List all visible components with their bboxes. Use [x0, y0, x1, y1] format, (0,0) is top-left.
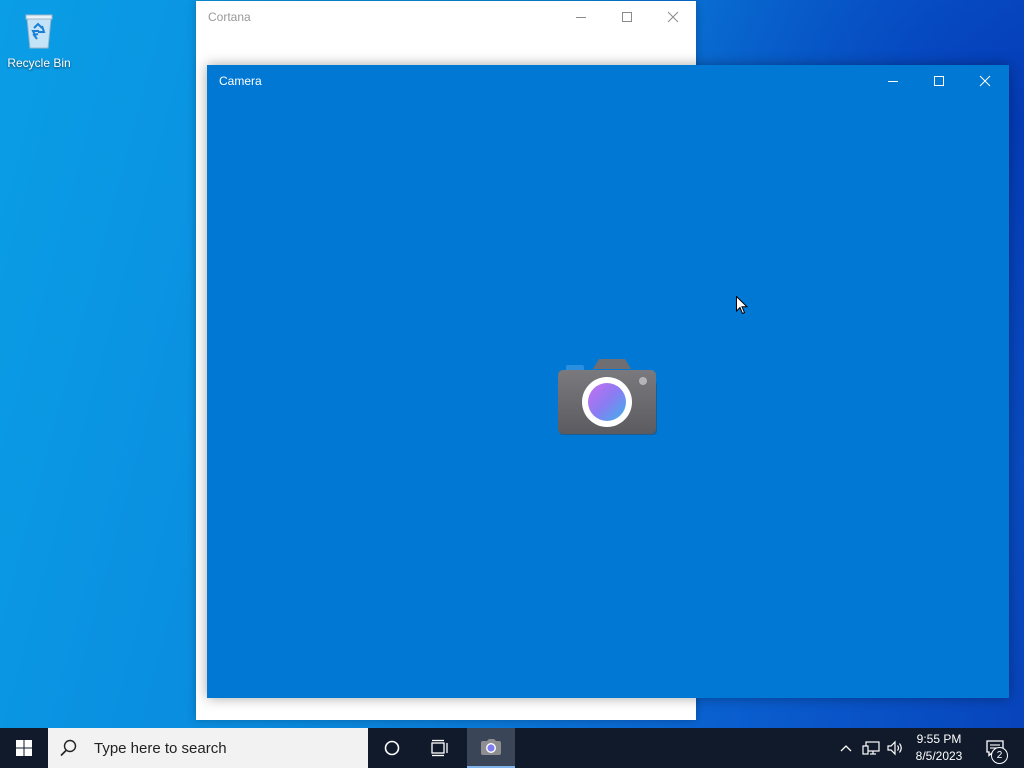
camera-window-title: Camera — [219, 74, 262, 88]
cortana-window-title: Cortana — [208, 10, 251, 24]
camera-titlebar[interactable]: Camera — [207, 65, 1009, 97]
maximize-icon — [934, 76, 944, 86]
cortana-maximize-button[interactable] — [604, 1, 650, 33]
maximize-icon — [622, 12, 632, 22]
cortana-minimize-button[interactable] — [558, 1, 604, 33]
chevron-up-icon — [840, 745, 852, 752]
cortana-titlebar[interactable]: Cortana — [196, 1, 696, 33]
mouse-pointer-icon — [736, 295, 749, 316]
show-hidden-icons-button[interactable] — [836, 728, 856, 768]
volume-button[interactable] — [884, 728, 906, 768]
start-button[interactable] — [0, 728, 48, 768]
notification-count-badge: 2 — [991, 747, 1008, 764]
camera-icon — [557, 357, 659, 439]
close-icon — [979, 75, 991, 87]
taskbar: Type here to search 9:55 PM 8/5/2023 2 — [0, 728, 1024, 768]
camera-minimize-button[interactable] — [870, 65, 916, 97]
network-button[interactable] — [860, 728, 882, 768]
clock-date: 8/5/2023 — [915, 749, 963, 763]
camera-window[interactable]: Camera — [207, 65, 1009, 698]
recycle-bin-label: Recycle Bin — [7, 56, 71, 70]
volume-icon — [887, 740, 902, 756]
camera-icon — [481, 739, 501, 755]
camera-close-button[interactable] — [962, 65, 1008, 97]
cortana-button[interactable] — [369, 728, 415, 768]
cortana-close-button[interactable] — [650, 1, 696, 33]
circle-icon — [384, 740, 400, 756]
clock-time: 9:55 PM — [916, 732, 962, 746]
task-view-icon — [431, 739, 448, 757]
taskbar-app-camera[interactable] — [467, 728, 515, 768]
windows-logo-icon — [16, 740, 32, 756]
close-icon — [667, 11, 679, 23]
taskbar-clock[interactable]: 9:55 PM 8/5/2023 — [908, 731, 970, 765]
search-placeholder: Type here to search — [94, 739, 227, 757]
desktop-icon-recycle-bin[interactable]: Recycle Bin — [4, 6, 74, 78]
task-view-button[interactable] — [417, 728, 463, 768]
minimize-icon — [576, 17, 586, 18]
taskbar-search-box[interactable]: Type here to search — [48, 728, 368, 768]
desktop: Recycle Bin Cortana Camera — [0, 0, 1024, 728]
recycle-bin-icon — [17, 8, 61, 52]
minimize-icon — [888, 81, 898, 82]
search-icon — [60, 739, 77, 757]
camera-maximize-button[interactable] — [916, 65, 962, 97]
network-icon — [862, 741, 880, 755]
